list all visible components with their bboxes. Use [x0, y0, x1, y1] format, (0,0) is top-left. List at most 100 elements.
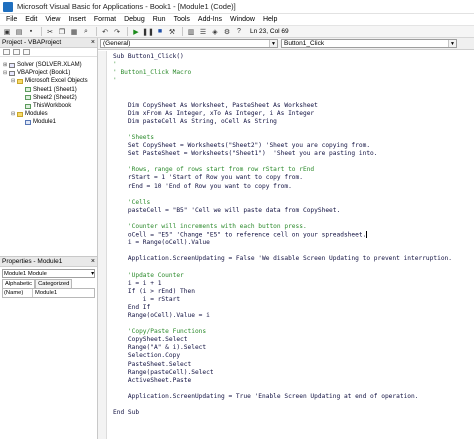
menu-debug[interactable]: Debug — [120, 16, 149, 23]
code-line[interactable] — [113, 385, 468, 393]
code-line[interactable]: Set PasteSheet = Worksheets("Sheet1") 'S… — [113, 150, 468, 158]
break-icon[interactable]: ❚❚ — [142, 27, 154, 36]
tab-alphabetic[interactable]: Alphabetic — [2, 279, 36, 288]
code-line[interactable]: PasteSheet.Select — [113, 361, 468, 369]
code-line[interactable] — [113, 126, 468, 134]
menu-file[interactable]: File — [2, 16, 21, 23]
menu-run[interactable]: Run — [149, 16, 170, 23]
menu-tools[interactable]: Tools — [170, 16, 194, 23]
comment-line[interactable]: 'Counter will increments with each butto… — [113, 223, 468, 231]
redo-icon[interactable]: ↷ — [112, 27, 122, 36]
find-icon[interactable]: ⌕ — [81, 27, 91, 36]
tree-item[interactable]: ⊟ VBAProject (Book1) — [0, 69, 97, 77]
code-line[interactable]: Set CopySheet = Worksheets("Sheet2") 'Sh… — [113, 142, 468, 150]
comment-line[interactable]: 'Sheets — [113, 134, 468, 142]
tree-item[interactable]: Sheet1 (Sheet1) — [0, 86, 97, 94]
tree-item[interactable]: Module1 — [0, 118, 97, 126]
project-explorer-icon[interactable]: ▥ — [186, 27, 196, 36]
code-line[interactable]: rEnd = 10 'End of Row you want to copy f… — [113, 183, 468, 191]
save-icon[interactable]: ▪ — [26, 27, 36, 36]
code-line[interactable]: Application.ScreenUpdating = False 'We d… — [113, 255, 468, 263]
menu-help[interactable]: Help — [259, 16, 281, 23]
code-line[interactable]: If (i > rEnd) Then — [113, 288, 468, 296]
comment-line[interactable]: 'Cells — [113, 199, 468, 207]
property-value[interactable]: Module1 — [33, 289, 57, 297]
code-line[interactable]: Sub Button1_Click() — [113, 53, 468, 61]
close-icon[interactable]: × — [91, 257, 97, 266]
code-line[interactable]: i = Range(oCell).Value — [113, 239, 468, 247]
code-line[interactable]: Range("A" & i).Select — [113, 344, 468, 352]
code-line[interactable] — [113, 85, 468, 93]
procedure-combo[interactable]: Button1_Click ▼ — [281, 39, 457, 48]
menu-insert[interactable]: Insert — [64, 16, 90, 23]
code-editor[interactable]: Sub Button1_Click() ' ' Button1_Click Macr… — [98, 51, 474, 439]
code-line[interactable]: End Sub — [113, 409, 468, 417]
collapse-icon[interactable]: ⊟ — [11, 78, 16, 84]
menu-window[interactable]: Window — [226, 16, 259, 23]
code-line[interactable] — [113, 401, 468, 409]
code-line[interactable] — [113, 191, 468, 199]
margin-indicator-bar[interactable] — [98, 51, 107, 439]
tree-item[interactable]: ⊟ Modules — [0, 110, 97, 118]
code-line[interactable]: Dim pasteCell As String, oCell As String — [113, 118, 468, 126]
code-line[interactable]: oCell = "E5" 'Change "E5" to reference c… — [113, 231, 468, 239]
code-line[interactable] — [113, 247, 468, 255]
help-icon[interactable]: ? — [234, 27, 244, 36]
property-row[interactable]: (Name) Module1 — [2, 288, 95, 298]
code-line[interactable] — [113, 263, 468, 271]
undo-icon[interactable]: ↶ — [100, 27, 110, 36]
menu-edit[interactable]: Edit — [21, 16, 41, 23]
object-combo[interactable]: (General) ▼ — [100, 39, 278, 48]
code-line[interactable]: pasteCell = "B5" 'Cell we will paste dat… — [113, 207, 468, 215]
tree-item[interactable]: Sheet2 (Sheet2) — [0, 94, 97, 102]
expand-icon[interactable]: ⊞ — [3, 62, 8, 68]
menu-add-ins[interactable]: Add-Ins — [194, 16, 226, 23]
cut-icon[interactable]: ✂ — [45, 27, 55, 36]
code-line[interactable] — [113, 158, 468, 166]
code-line[interactable]: CopySheet.Select — [113, 336, 468, 344]
tree-item[interactable]: ⊞ Solver (SOLVER.XLAM) — [0, 61, 97, 69]
code-line[interactable]: Range(pasteCell).Select — [113, 369, 468, 377]
run-icon[interactable]: ▶ — [131, 27, 141, 36]
toolbox-icon[interactable]: ⚙ — [222, 27, 232, 36]
code-line[interactable] — [113, 215, 468, 223]
code-line[interactable]: Range(oCell).Value = i — [113, 312, 468, 320]
code-line[interactable]: rStart = 1 'Start of Row you want to cop… — [113, 174, 468, 182]
close-icon[interactable]: × — [91, 38, 97, 47]
code-line[interactable]: Selection.Copy — [113, 352, 468, 360]
collapse-icon[interactable]: ⊟ — [11, 111, 16, 117]
code-line[interactable]: ActiveSheet.Paste — [113, 377, 468, 385]
properties-object-select[interactable]: Module1 Module ▾ — [2, 269, 95, 278]
comment-line[interactable]: ' Button1_Click Macro — [113, 69, 468, 77]
code-line[interactable]: Dim CopySheet As Worksheet, PasteSheet A… — [113, 102, 468, 110]
code-line[interactable]: Application.ScreenUpdating = True 'Enabl… — [113, 393, 468, 401]
copy-icon[interactable]: ❐ — [57, 27, 67, 36]
tree-item[interactable]: ThisWorkbook — [0, 102, 97, 110]
comment-line[interactable]: 'Update Counter — [113, 272, 468, 280]
view-code-icon[interactable] — [3, 49, 10, 55]
menu-view[interactable]: View — [41, 16, 64, 23]
comment-line[interactable]: 'Rows, range of rows start from row rSta… — [113, 166, 468, 174]
code-line[interactable] — [113, 93, 468, 101]
view-object-icon[interactable] — [13, 49, 20, 55]
insert-module-icon[interactable]: ▤ — [14, 27, 24, 36]
code-line[interactable]: i = i + 1 — [113, 280, 468, 288]
menu-format[interactable]: Format — [90, 16, 120, 23]
code-line[interactable]: Dim xFrom As Integer, xTo As Integer, i … — [113, 110, 468, 118]
tree-item[interactable]: ⊟ Microsoft Excel Objects — [0, 77, 97, 85]
collapse-icon[interactable]: ⊟ — [3, 70, 8, 76]
comment-line[interactable]: 'Copy/Paste Functions — [113, 328, 468, 336]
properties-window-icon[interactable]: ☰ — [198, 27, 208, 36]
object-browser-icon[interactable]: ◈ — [210, 27, 220, 36]
paste-icon[interactable]: ▦ — [69, 27, 79, 36]
comment-line[interactable]: ' — [113, 61, 468, 69]
code-line[interactable]: End If — [113, 304, 468, 312]
code-line[interactable]: i = rStart — [113, 296, 468, 304]
code-line[interactable] — [113, 320, 468, 328]
toggle-folders-icon[interactable] — [23, 49, 30, 55]
reset-icon[interactable]: ■ — [155, 27, 165, 36]
design-mode-icon[interactable]: ⚒ — [167, 27, 177, 36]
comment-line[interactable]: ' — [113, 77, 468, 85]
excel-view-icon[interactable]: ▣ — [2, 27, 12, 36]
tab-categorized[interactable]: Categorized — [35, 279, 73, 288]
